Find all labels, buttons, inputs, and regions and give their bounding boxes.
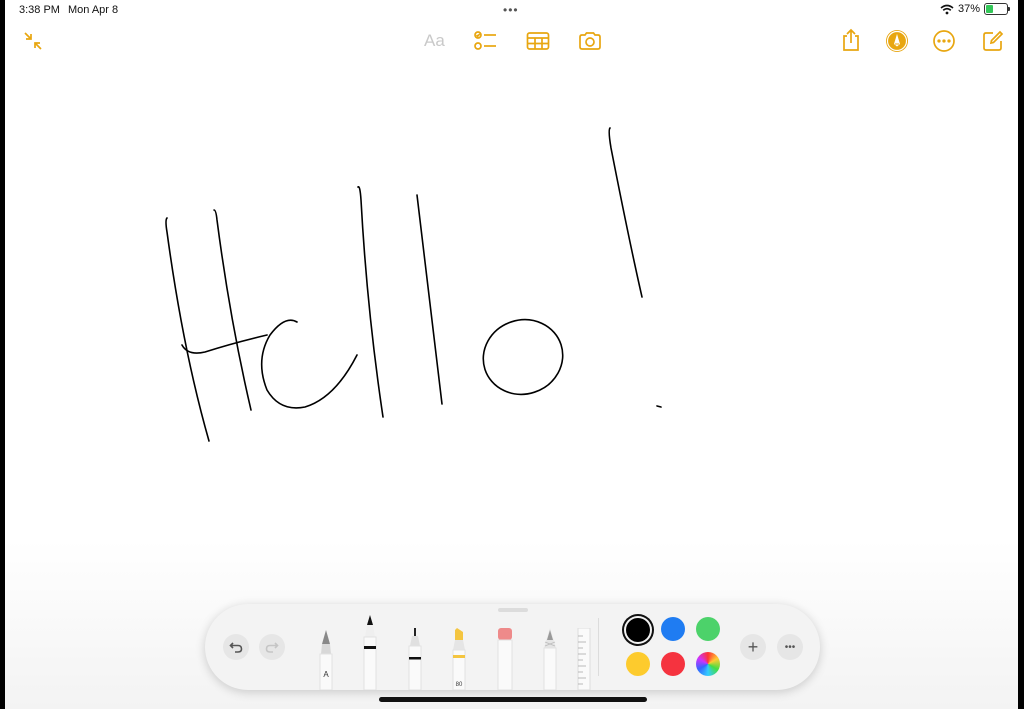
color-swatch-red[interactable] — [661, 652, 685, 676]
ink-stroke-h-left — [165, 217, 210, 442]
status-bar: 3:38 PM Mon Apr 8 ••• 37% — [5, 0, 1018, 20]
tool-palette: A 80 + ••• — [205, 604, 820, 690]
status-date: Mon Apr 8 — [68, 4, 119, 16]
screen-frame-right — [1018, 0, 1024, 709]
marker-opacity-label: 80 — [456, 682, 463, 688]
ruler-tool[interactable] — [577, 628, 591, 690]
undo-button[interactable] — [223, 634, 249, 660]
color-swatch-black[interactable] — [626, 618, 650, 642]
undo-icon — [229, 642, 243, 653]
battery-percent: 37% — [957, 3, 980, 15]
table-icon[interactable] — [525, 30, 551, 52]
color-swatch-green[interactable] — [696, 617, 720, 641]
ink-stroke-e — [260, 319, 358, 409]
markup-icon[interactable] — [885, 29, 909, 53]
status-time: 3:38 PM — [19, 4, 60, 16]
ink-stroke-l2 — [416, 194, 443, 405]
color-swatch-blue[interactable] — [661, 617, 685, 641]
collapse-icon[interactable] — [22, 30, 44, 52]
redo-button[interactable] — [259, 634, 285, 660]
battery-fill — [986, 5, 994, 13]
drawing-canvas[interactable] — [5, 60, 1018, 540]
pen-tool[interactable]: A — [315, 630, 337, 690]
ink-stroke-h-bar — [181, 334, 268, 354]
add-button[interactable]: + — [740, 634, 766, 660]
color-picker-multicolor[interactable] — [696, 652, 720, 676]
checklist-icon[interactable] — [474, 30, 498, 52]
marker-tool[interactable]: 80 — [448, 628, 470, 690]
ink-stroke-h-right — [213, 209, 252, 411]
status-right: 37% — [940, 3, 1010, 15]
format-button[interactable]: Aa — [424, 31, 445, 51]
palette-grabber[interactable] — [498, 608, 528, 612]
palette-divider — [598, 618, 599, 676]
pencil-tool[interactable] — [539, 628, 561, 690]
home-indicator[interactable] — [379, 697, 647, 702]
ink-stroke-l1 — [357, 185, 384, 418]
multitasking-dots[interactable]: ••• — [503, 3, 519, 17]
eraser-tool[interactable] — [494, 628, 516, 690]
fineliner-tool[interactable] — [404, 628, 426, 690]
ink-stroke-exclaim-dot — [656, 405, 662, 408]
share-icon[interactable] — [840, 28, 862, 52]
ink-stroke-exclaim-line — [608, 127, 643, 298]
palette-more-button[interactable]: ••• — [777, 634, 803, 660]
redo-icon — [265, 642, 279, 653]
monoline-tool[interactable] — [359, 615, 381, 690]
more-icon[interactable] — [932, 29, 956, 53]
battery-icon — [984, 3, 1010, 15]
ink-stroke-o — [482, 318, 564, 396]
pen-tool-label: A — [323, 670, 329, 679]
compose-icon[interactable] — [981, 29, 1005, 53]
wifi-icon — [940, 4, 954, 14]
color-swatch-yellow[interactable] — [626, 652, 650, 676]
camera-icon[interactable] — [577, 30, 603, 52]
